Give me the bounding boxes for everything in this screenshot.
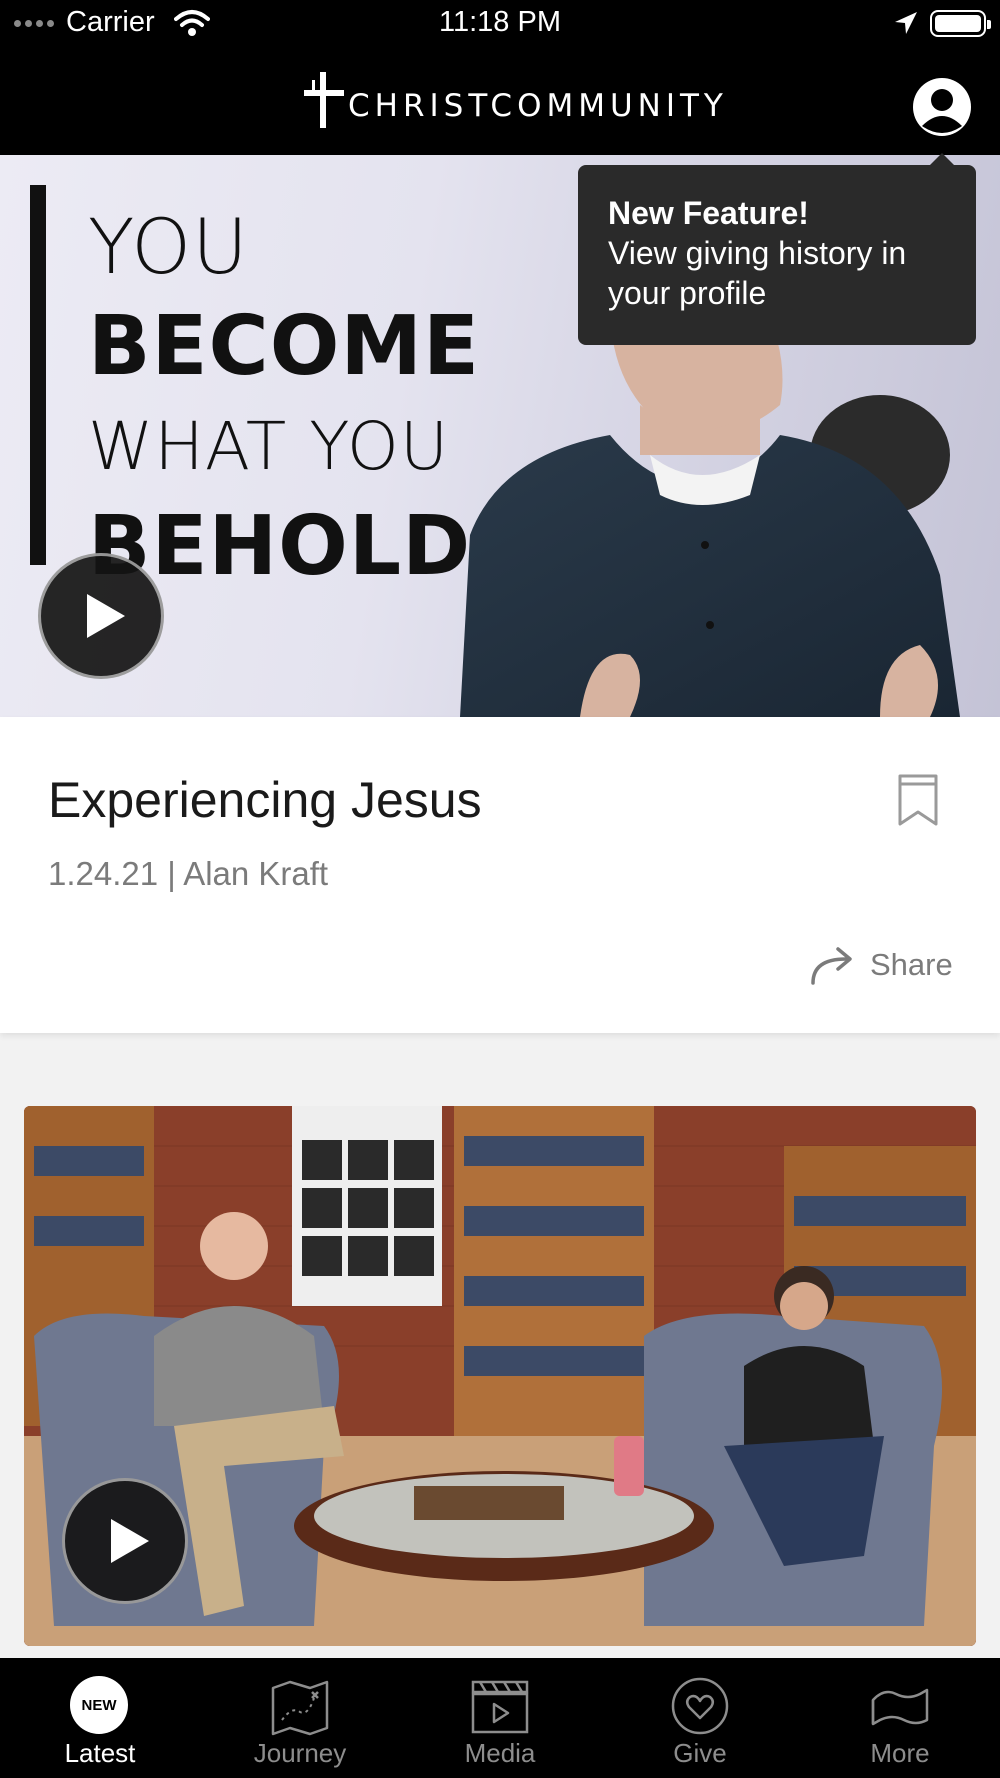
new-feature-tooltip[interactable]: New Feature! View giving history in your…	[578, 153, 976, 345]
logo-text: CHRISTCOMMUNITY	[348, 88, 728, 124]
share-button[interactable]: Share	[810, 945, 953, 985]
tab-media[interactable]: Media	[400, 1658, 600, 1778]
play-icon	[87, 594, 125, 638]
video-card[interactable]	[24, 1106, 976, 1646]
tab-label: More	[870, 1738, 930, 1768]
tooltip-arrow	[928, 153, 956, 167]
tab-more[interactable]: More	[800, 1658, 1000, 1778]
church-logo[interactable]: CHRISTCOMMUNITY	[302, 70, 728, 130]
status-time: 11:18 PM	[439, 6, 561, 38]
share-arrow-icon	[811, 947, 852, 985]
tab-label: Media	[464, 1738, 536, 1768]
location-arrow-icon	[895, 12, 917, 34]
accent-bar	[30, 185, 46, 565]
tab-label: Give	[673, 1738, 727, 1768]
new-badge-icon: NEW	[70, 1676, 130, 1736]
tab-give[interactable]: Give	[600, 1658, 800, 1778]
app-header: CHRISTCOMMUNITY	[0, 50, 1000, 155]
user-icon	[915, 80, 969, 134]
hero-line-2: BECOME	[88, 299, 481, 394]
tab-label: Latest	[64, 1738, 136, 1768]
map-icon	[271, 1680, 329, 1736]
tab-latest[interactable]: NEW Latest	[0, 1658, 200, 1778]
play-button[interactable]	[62, 1478, 188, 1604]
sermon-title: Experiencing Jesus	[48, 772, 482, 828]
tooltip-body: View giving history in your profile	[608, 235, 907, 311]
hero-line-3: WHAT YOU	[88, 408, 450, 485]
sermon-meta: 1.24.21 | Alan Kraft	[48, 855, 329, 892]
new-badge: NEW	[70, 1676, 128, 1734]
play-button[interactable]	[38, 553, 164, 679]
tab-bar: NEW Latest Journey Media Give More	[0, 1658, 1000, 1778]
profile-button[interactable]	[913, 78, 971, 136]
hero-line-1: YOU	[88, 202, 249, 291]
more-icon	[871, 1688, 929, 1726]
tab-journey[interactable]: Journey	[200, 1658, 400, 1778]
status-bar: Carrier 11:18 PM	[0, 0, 1000, 50]
bookmark-icon[interactable]	[897, 773, 939, 827]
heart-icon	[671, 1677, 729, 1735]
battery-icon	[930, 10, 991, 37]
sermon-series-title: YOU BECOME WHAT YOU BEHOLD	[88, 197, 480, 597]
sermon-card[interactable]: Experiencing Jesus 1.24.21 | Alan Kraft …	[0, 717, 1000, 1033]
share-label: Share	[870, 947, 953, 982]
video-icon	[471, 1680, 529, 1734]
tooltip-title: New Feature!	[608, 195, 809, 231]
play-icon	[111, 1519, 149, 1563]
cross-logo-icon	[304, 72, 344, 128]
tab-label: Journey	[253, 1738, 347, 1768]
